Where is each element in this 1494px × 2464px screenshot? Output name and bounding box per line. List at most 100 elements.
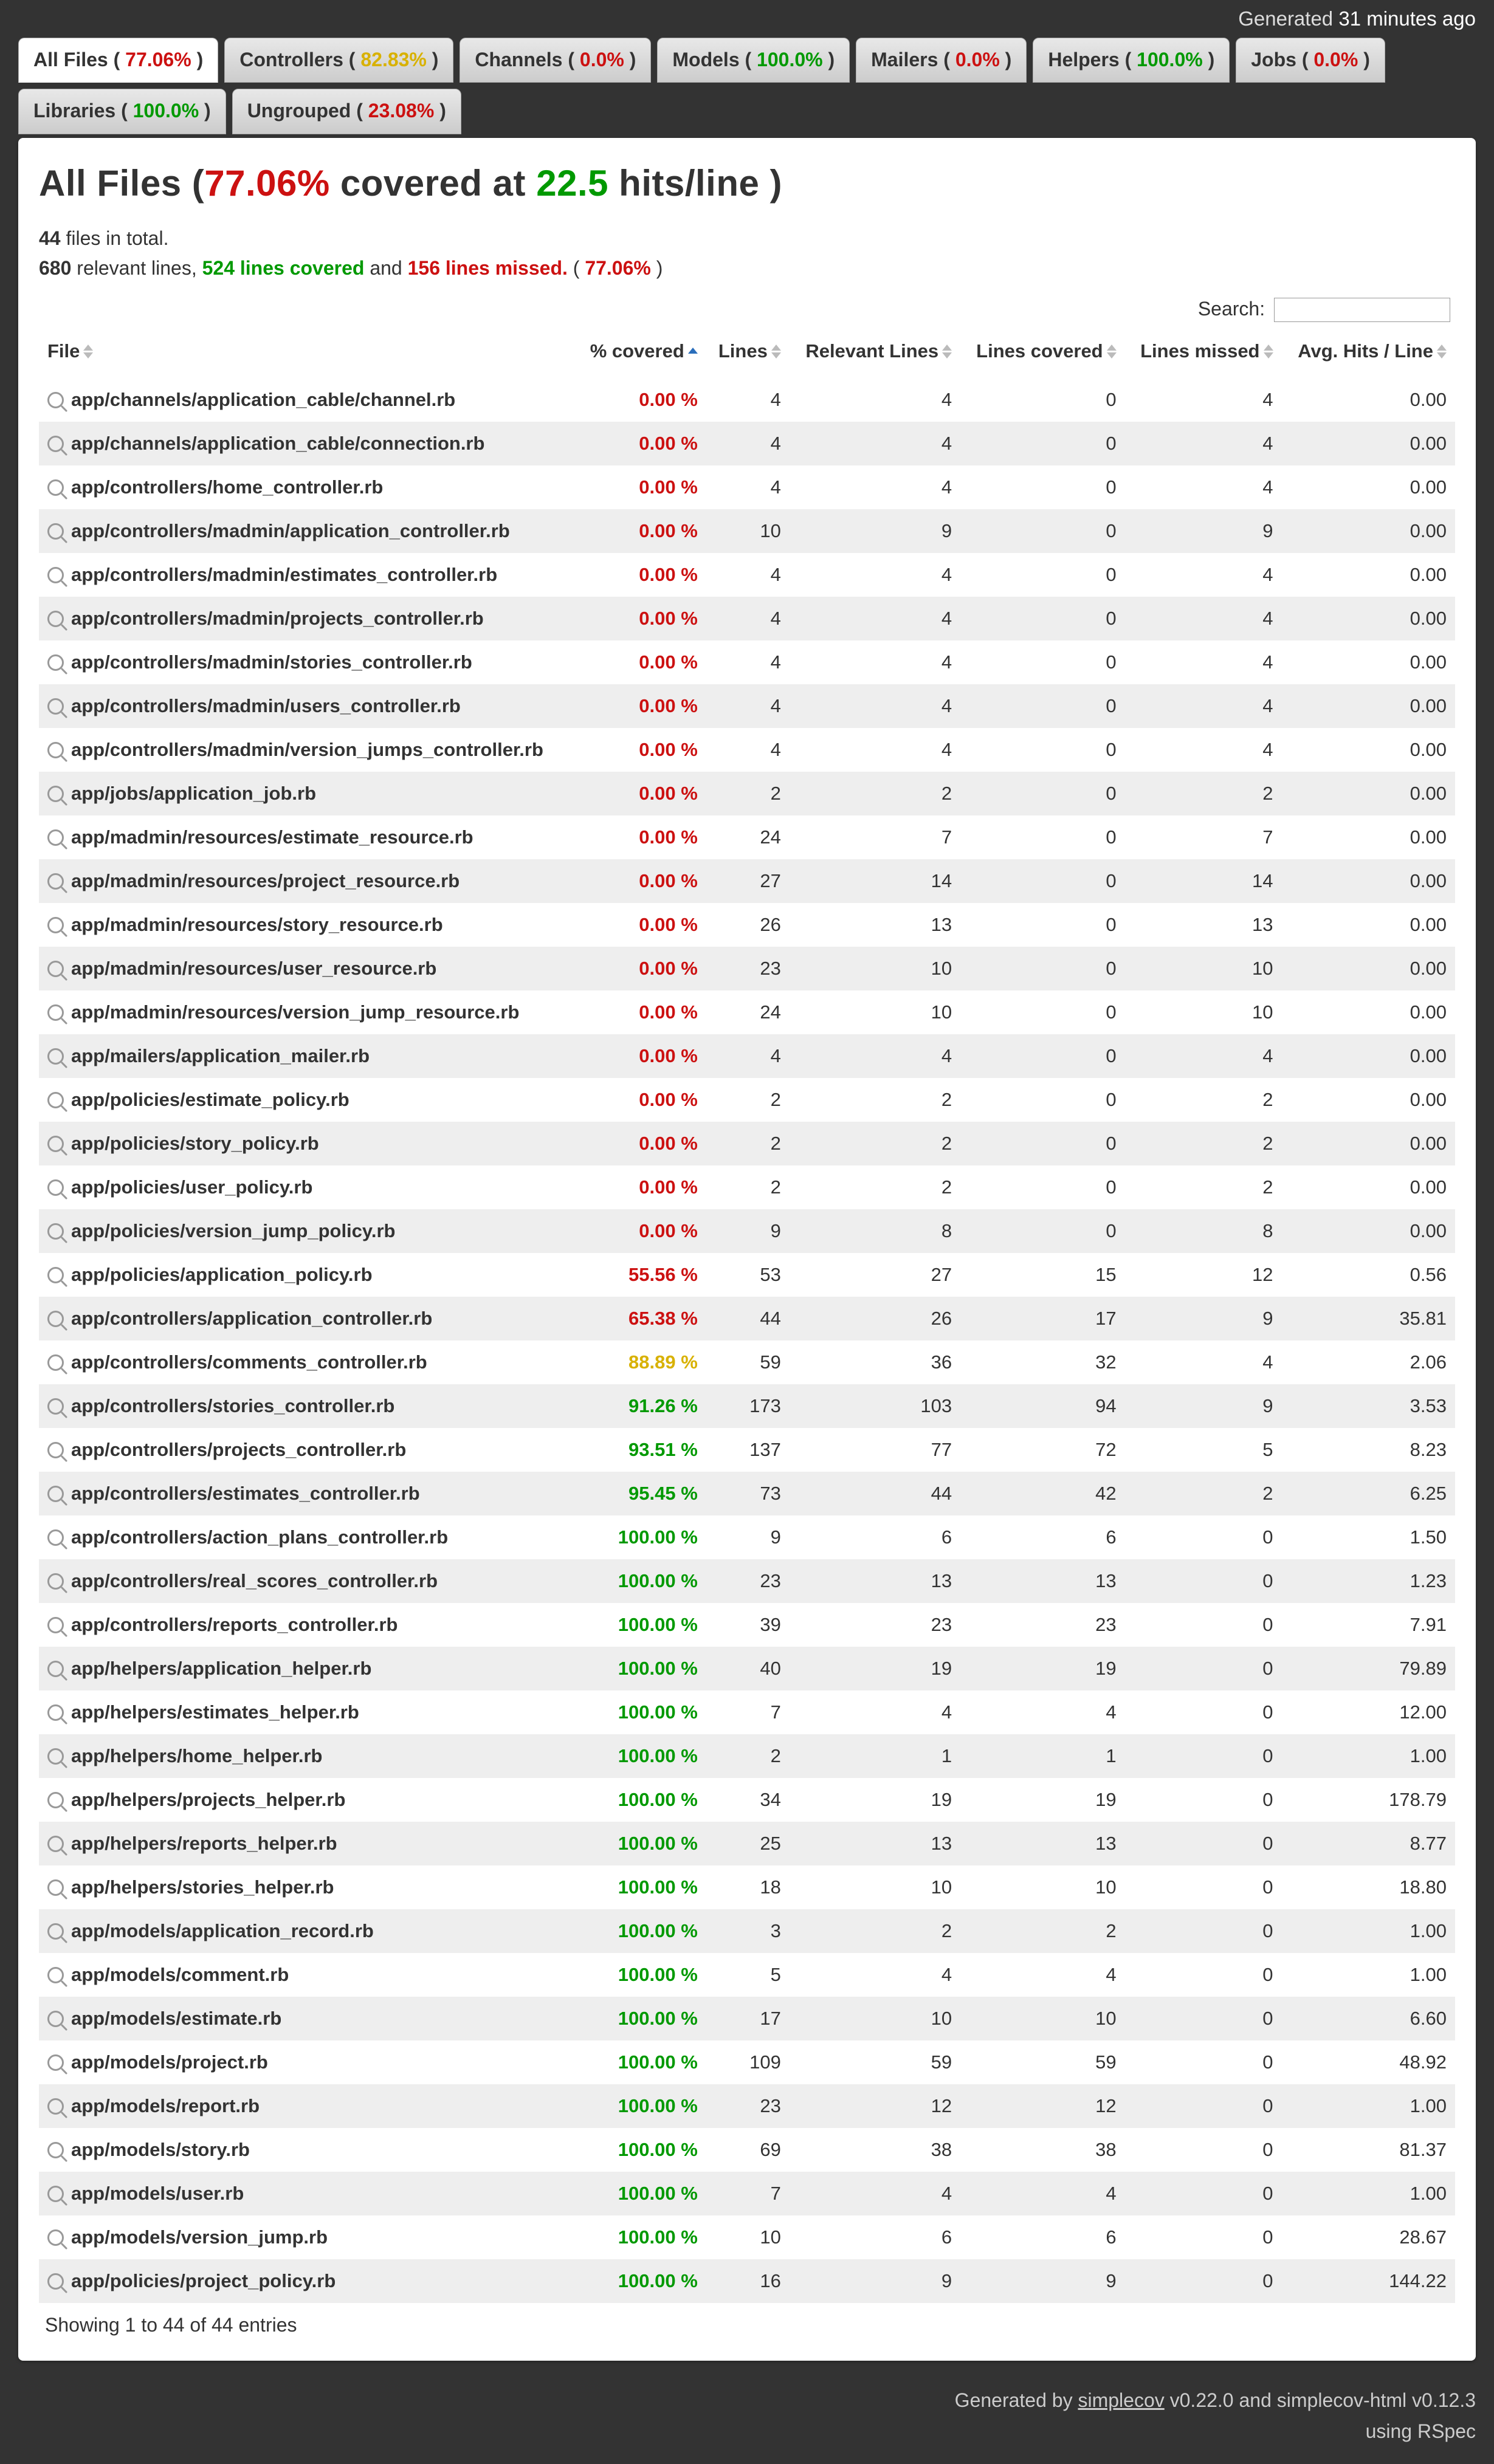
tab-helpers[interactable]: Helpers ( 100.0% ): [1033, 38, 1230, 83]
tab-controllers[interactable]: Controllers ( 82.83% ): [224, 38, 453, 83]
file-cell[interactable]: app/jobs/application_job.rb: [39, 772, 576, 815]
file-cell[interactable]: app/policies/project_policy.rb: [39, 2259, 576, 2303]
col-lines-covered[interactable]: Lines covered: [960, 324, 1125, 378]
table-row: app/policies/project_policy.rb100.00 %16…: [39, 2259, 1455, 2303]
tab-channels[interactable]: Channels ( 0.0% ): [460, 38, 651, 83]
col-lines[interactable]: Lines: [706, 324, 790, 378]
file-cell[interactable]: app/channels/application_cable/connectio…: [39, 422, 576, 465]
search-input[interactable]: [1274, 298, 1450, 322]
file-cell[interactable]: app/helpers/stories_helper.rb: [39, 1865, 576, 1909]
pct-cell: 100.00 %: [576, 1515, 706, 1559]
covered-cell: 0: [960, 1209, 1125, 1253]
relevant-cell: 59: [790, 2040, 960, 2084]
file-cell[interactable]: app/controllers/action_plans_controller.…: [39, 1515, 576, 1559]
relevant-cell: 4: [790, 2172, 960, 2215]
table-row: app/controllers/madmin/users_controller.…: [39, 684, 1455, 728]
file-cell[interactable]: app/madmin/resources/story_resource.rb: [39, 903, 576, 947]
covered-cell: 17: [960, 1297, 1125, 1340]
tab-ungrouped[interactable]: Ungrouped ( 23.08% ): [232, 89, 461, 134]
lines-cell: 4: [706, 1034, 790, 1078]
file-cell[interactable]: app/controllers/madmin/projects_controll…: [39, 597, 576, 640]
file-cell[interactable]: app/channels/application_cable/channel.r…: [39, 378, 576, 422]
file-cell[interactable]: app/helpers/home_helper.rb: [39, 1734, 576, 1778]
missed-cell: 0: [1125, 1690, 1282, 1734]
lines-cell: 44: [706, 1297, 790, 1340]
file-cell[interactable]: app/models/user.rb: [39, 2172, 576, 2215]
file-cell[interactable]: app/controllers/madmin/stories_controlle…: [39, 640, 576, 684]
relevant-cell: 19: [790, 1778, 960, 1822]
file-cell[interactable]: app/policies/user_policy.rb: [39, 1165, 576, 1209]
covered-cell: 4: [960, 1953, 1125, 1997]
tab-jobs[interactable]: Jobs ( 0.0% ): [1236, 38, 1385, 83]
col-file[interactable]: File: [39, 324, 576, 378]
file-cell[interactable]: app/controllers/projects_controller.rb: [39, 1428, 576, 1472]
magnify-icon: [47, 742, 64, 758]
file-cell[interactable]: app/controllers/application_controller.r…: [39, 1297, 576, 1340]
relevant-cell: 8: [790, 1209, 960, 1253]
lines-cell: 4: [706, 422, 790, 465]
file-cell[interactable]: app/controllers/reports_controller.rb: [39, 1603, 576, 1647]
file-cell[interactable]: app/controllers/madmin/estimates_control…: [39, 553, 576, 597]
tab-all-files[interactable]: All Files ( 77.06% ): [18, 38, 218, 83]
generated-timestamp: Generated 31 minutes ago: [0, 0, 1494, 38]
col-relevant-lines[interactable]: Relevant Lines: [790, 324, 960, 378]
file-cell[interactable]: app/madmin/resources/estimate_resource.r…: [39, 815, 576, 859]
col-avg-hits[interactable]: Avg. Hits / Line: [1282, 324, 1456, 378]
file-cell[interactable]: app/models/application_record.rb: [39, 1909, 576, 1953]
pct-cell: 0.00 %: [576, 640, 706, 684]
file-cell[interactable]: app/controllers/madmin/version_jumps_con…: [39, 728, 576, 772]
file-cell[interactable]: app/models/report.rb: [39, 2084, 576, 2128]
col-lines-missed[interactable]: Lines missed: [1125, 324, 1282, 378]
file-cell[interactable]: app/controllers/madmin/users_controller.…: [39, 684, 576, 728]
file-cell[interactable]: app/controllers/stories_controller.rb: [39, 1384, 576, 1428]
hits-cell: 2.06: [1282, 1340, 1456, 1384]
magnify-icon: [47, 1748, 64, 1765]
file-cell[interactable]: app/controllers/home_controller.rb: [39, 465, 576, 509]
file-cell[interactable]: app/helpers/application_helper.rb: [39, 1647, 576, 1690]
relevant-cell: 4: [790, 684, 960, 728]
file-cell[interactable]: app/models/project.rb: [39, 2040, 576, 2084]
lines-cell: 9: [706, 1209, 790, 1253]
file-cell[interactable]: app/madmin/resources/version_jump_resour…: [39, 990, 576, 1034]
missed-cell: 0: [1125, 2084, 1282, 2128]
tab-mailers[interactable]: Mailers ( 0.0% ): [856, 38, 1027, 83]
pct-cell: 0.00 %: [576, 1165, 706, 1209]
table-row: app/models/report.rb100.00 %23121201.00: [39, 2084, 1455, 2128]
file-cell[interactable]: app/mailers/application_mailer.rb: [39, 1034, 576, 1078]
pct-cell: 100.00 %: [576, 1603, 706, 1647]
covered-cell: 0: [960, 509, 1125, 553]
file-cell[interactable]: app/models/estimate.rb: [39, 1997, 576, 2040]
file-cell[interactable]: app/madmin/resources/user_resource.rb: [39, 947, 576, 990]
pagination-info: Showing 1 to 44 of 44 entries: [39, 2303, 1455, 2340]
file-cell[interactable]: app/models/story.rb: [39, 2128, 576, 2172]
missed-cell: 0: [1125, 1559, 1282, 1603]
magnify-icon: [47, 2098, 64, 2115]
file-cell[interactable]: app/madmin/resources/project_resource.rb: [39, 859, 576, 903]
covered-cell: 0: [960, 990, 1125, 1034]
file-cell[interactable]: app/policies/version_jump_policy.rb: [39, 1209, 576, 1253]
file-cell[interactable]: app/controllers/madmin/application_contr…: [39, 509, 576, 553]
file-cell[interactable]: app/helpers/reports_helper.rb: [39, 1822, 576, 1865]
file-cell[interactable]: app/controllers/real_scores_controller.r…: [39, 1559, 576, 1603]
covered-cell: 0: [960, 378, 1125, 422]
table-row: app/controllers/madmin/stories_controlle…: [39, 640, 1455, 684]
missed-cell: 8: [1125, 1209, 1282, 1253]
search-row: Search:: [39, 298, 1455, 322]
file-cell[interactable]: app/controllers/comments_controller.rb: [39, 1340, 576, 1384]
file-cell[interactable]: app/helpers/estimates_helper.rb: [39, 1690, 576, 1734]
file-cell[interactable]: app/policies/application_policy.rb: [39, 1253, 576, 1297]
file-cell[interactable]: app/helpers/projects_helper.rb: [39, 1778, 576, 1822]
table-row: app/helpers/reports_helper.rb100.00 %251…: [39, 1822, 1455, 1865]
tab-libraries[interactable]: Libraries ( 100.0% ): [18, 89, 226, 134]
simplecov-link[interactable]: simplecov: [1078, 2389, 1164, 2411]
lines-cell: 34: [706, 1778, 790, 1822]
col-pct-covered[interactable]: % covered: [576, 324, 706, 378]
file-cell[interactable]: app/controllers/estimates_controller.rb: [39, 1472, 576, 1515]
pct-cell: 100.00 %: [576, 1909, 706, 1953]
tab-models[interactable]: Models ( 100.0% ): [657, 38, 850, 83]
file-cell[interactable]: app/policies/story_policy.rb: [39, 1122, 576, 1165]
file-cell[interactable]: app/policies/estimate_policy.rb: [39, 1078, 576, 1122]
file-cell[interactable]: app/models/version_jump.rb: [39, 2215, 576, 2259]
lines-cell: 4: [706, 684, 790, 728]
file-cell[interactable]: app/models/comment.rb: [39, 1953, 576, 1997]
